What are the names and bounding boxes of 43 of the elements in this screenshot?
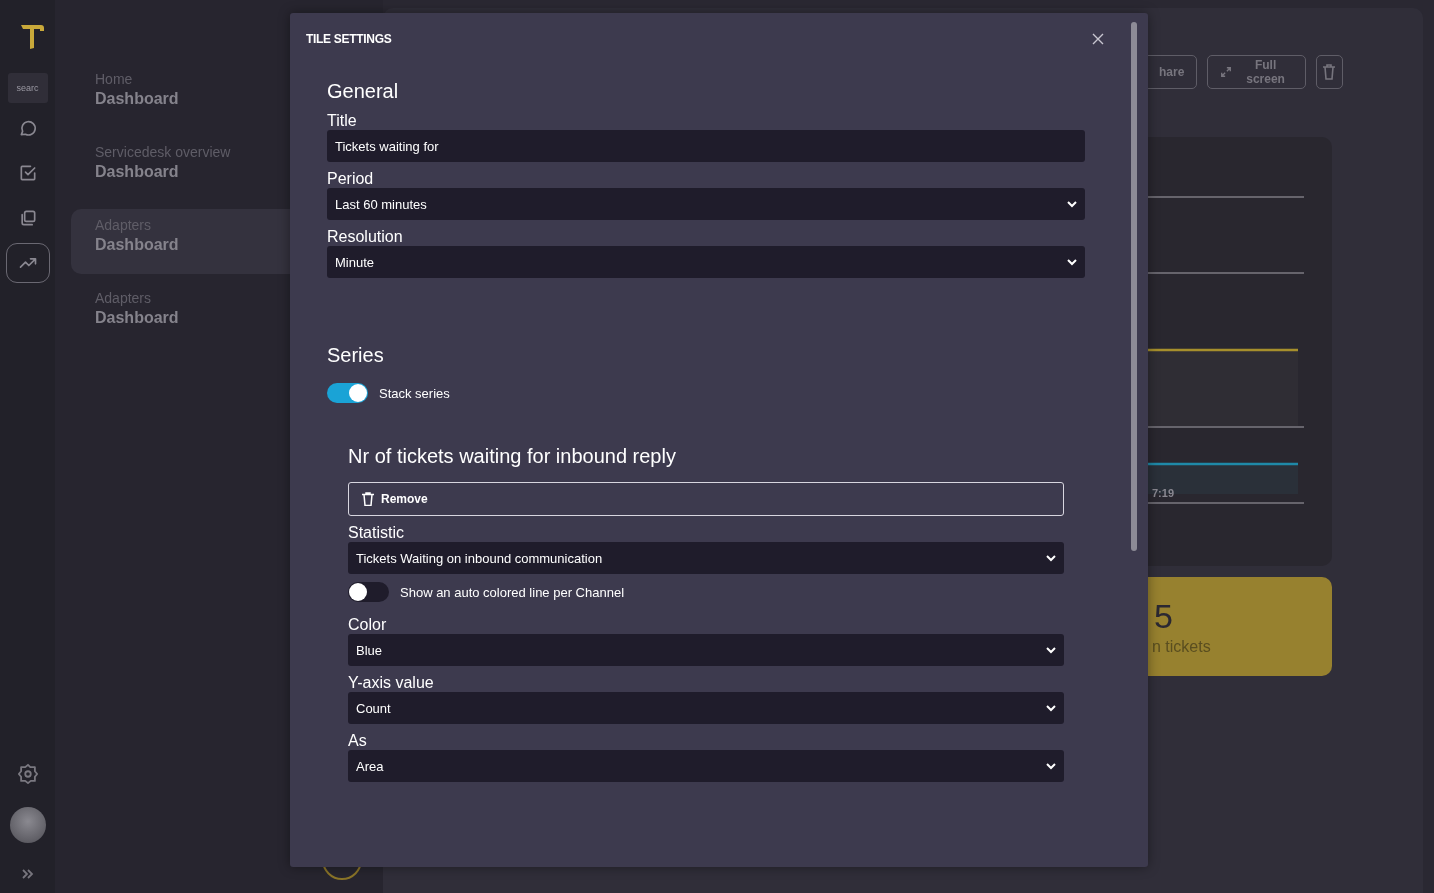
select-field[interactable]: Tickets Waiting on inbound communication xyxy=(348,542,1064,574)
select-field[interactable]: Minute xyxy=(327,246,1085,278)
chevron-down-icon xyxy=(1067,200,1077,208)
search-field[interactable]: searc xyxy=(7,73,48,103)
select-field[interactable]: Blue xyxy=(348,634,1064,666)
field-label: As xyxy=(348,732,368,750)
avatar[interactable] xyxy=(9,807,46,843)
field-label: Color xyxy=(348,616,388,634)
stat-value: 5 xyxy=(1153,597,1174,636)
field-label: Statistic xyxy=(348,524,405,542)
settings-icon[interactable] xyxy=(16,763,39,785)
series-heading: Nr of tickets waiting for inbound reply xyxy=(348,445,677,468)
close-icon[interactable] xyxy=(1092,33,1104,45)
expand-arrows-icon xyxy=(1220,65,1233,79)
toggle-switch[interactable] xyxy=(327,383,368,403)
delete-button[interactable] xyxy=(1315,55,1343,89)
nav-button[interactable] xyxy=(5,243,50,283)
chevron-down-icon xyxy=(1046,762,1056,770)
toggle-switch[interactable] xyxy=(348,582,389,602)
chevrons-icon[interactable] xyxy=(21,869,34,879)
section-heading: Series xyxy=(327,344,385,367)
scrollbar[interactable] xyxy=(1131,22,1137,551)
chevron-down-icon xyxy=(1046,554,1056,562)
section-heading: General xyxy=(327,80,400,103)
text-field[interactable]: Tickets waiting for xyxy=(327,130,1085,162)
select-field[interactable]: Count xyxy=(348,692,1064,724)
chevron-down-icon xyxy=(1067,258,1077,266)
toggle-label: Stack series xyxy=(379,385,450,401)
trash-icon xyxy=(362,492,374,506)
remove-button[interactable]: Remove xyxy=(348,482,1064,516)
field-label: Y-axis value xyxy=(348,674,435,692)
stat-label: n tickets xyxy=(1151,638,1212,656)
field-label: Period xyxy=(327,170,375,188)
chevron-down-icon xyxy=(1046,704,1056,712)
axis-label: 7:19 xyxy=(1151,487,1176,499)
chevron-down-icon xyxy=(1046,646,1056,654)
select-field[interactable]: Last 60 minutes xyxy=(327,188,1085,220)
trash-icon xyxy=(1322,64,1337,80)
toggle-label: Show an auto colored line per Channel xyxy=(400,584,625,600)
dialog-title: TILE SETTINGS xyxy=(306,32,392,46)
logo-icon xyxy=(18,22,45,50)
select-field[interactable]: Area xyxy=(348,750,1064,782)
field-label: Title xyxy=(327,112,358,130)
